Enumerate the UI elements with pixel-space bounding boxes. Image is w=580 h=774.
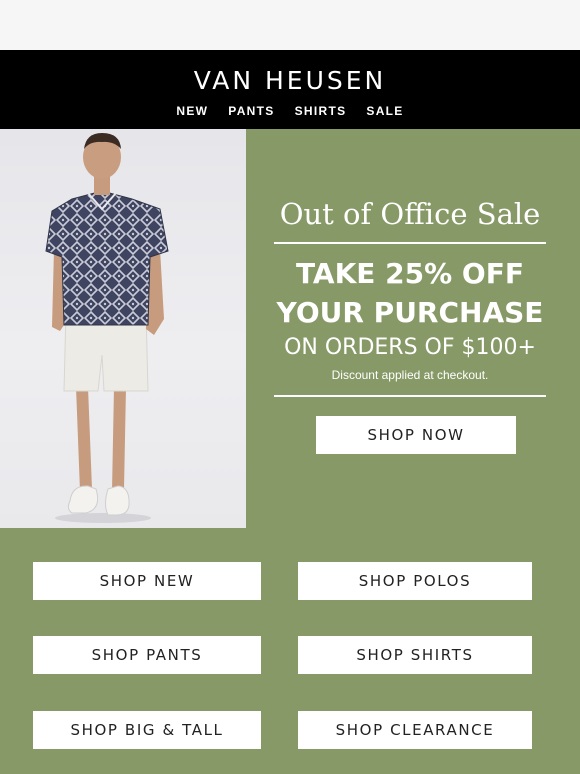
promo-divider-top [274, 242, 546, 244]
promo-panel: Out of Office Sale TAKE 25% OFF YOUR PUR… [274, 129, 546, 528]
top-spacer [0, 0, 580, 50]
nav-sale[interactable]: SALE [366, 104, 403, 118]
shop-now-button[interactable]: SHOP NOW [316, 416, 516, 454]
shop-shirts-button[interactable]: SHOP SHIRTS [298, 636, 532, 674]
nav-shirts[interactable]: SHIRTS [295, 104, 347, 118]
shop-clearance-button[interactable]: SHOP CLEARANCE [298, 711, 532, 749]
shop-polos-button[interactable]: SHOP POLOS [298, 562, 532, 600]
promo-condition: ON ORDERS OF $100+ [284, 335, 536, 360]
promo-headline-line2: YOUR PURCHASE [276, 296, 544, 329]
shop-new-button[interactable]: SHOP NEW [33, 562, 261, 600]
model-photo[interactable] [0, 129, 246, 528]
shop-pants-button[interactable]: SHOP PANTS [33, 636, 261, 674]
category-buttons: SHOP NEW SHOP POLOS SHOP PANTS SHOP SHIR… [0, 528, 580, 774]
main-nav: NEW PANTS SHIRTS SALE [176, 104, 403, 118]
promo-headline-line1: TAKE 25% OFF [296, 257, 524, 290]
promo-divider-bottom [274, 395, 546, 397]
shop-big-tall-button[interactable]: SHOP BIG & TALL [33, 711, 261, 749]
model-illustration [45, 133, 169, 523]
nav-new[interactable]: NEW [176, 104, 208, 118]
promo-title: Out of Office Sale [279, 197, 541, 231]
brand-logo[interactable]: VAN HEUSEN [194, 66, 387, 95]
nav-pants[interactable]: PANTS [228, 104, 274, 118]
site-header: VAN HEUSEN NEW PANTS SHIRTS SALE [0, 50, 580, 129]
promo-note: Discount applied at checkout. [331, 368, 489, 382]
hero-banner: Out of Office Sale TAKE 25% OFF YOUR PUR… [0, 129, 580, 528]
